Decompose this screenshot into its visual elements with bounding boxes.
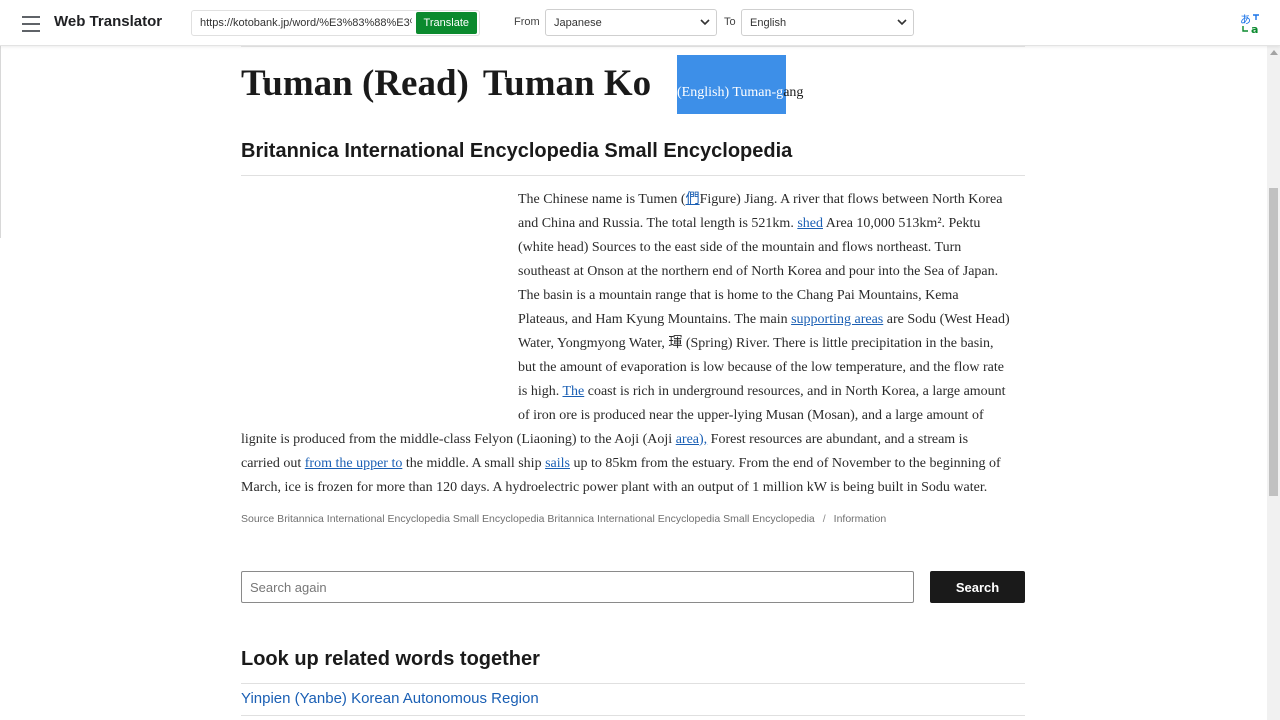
related-divider	[241, 683, 1025, 684]
section-divider	[241, 175, 1025, 176]
to-language-select[interactable]: English	[741, 9, 914, 36]
inline-link[interactable]: from the upper to	[305, 456, 403, 471]
page-title: Tuman (Read) Tuman Ko	[241, 62, 651, 105]
breadcrumb-separator: /	[822, 513, 826, 525]
top-divider	[241, 46, 1025, 47]
text: lignite is produced from the middle-clas…	[241, 432, 676, 447]
url-input[interactable]	[200, 17, 412, 29]
text: Area 10,000 513km². Pektu	[823, 216, 981, 231]
chevron-down-icon	[700, 17, 710, 30]
article-line: Plateaus, and Ham Kyung Mountains. The m…	[518, 308, 1028, 332]
article-line: The basin is a mountain range that is ho…	[518, 288, 959, 303]
app-title: Web Translator	[54, 13, 163, 30]
article-line: (white head) Sources to the east side of…	[518, 240, 962, 255]
text: is high.	[518, 384, 563, 399]
article-line: March, ice is frozen for more than 120 d…	[241, 480, 988, 495]
svg-text:a: a	[1251, 23, 1258, 34]
text: carried out	[241, 456, 305, 471]
search-input[interactable]	[241, 571, 914, 603]
headline-term: Tuman Ko	[482, 63, 652, 104]
article-line: The Chinese name is Tumen (們Figure) Jian…	[518, 188, 1028, 212]
text: Forest resources are abundant, and a str…	[707, 432, 969, 447]
inline-link[interactable]: The	[562, 384, 584, 399]
text: up to 85km from the estuary. From the en…	[569, 456, 1001, 471]
chevron-down-icon	[897, 17, 907, 30]
english-name-selected: (English) Tuman-g	[677, 85, 784, 100]
article-line: and China and Russia. The total length i…	[518, 212, 1028, 236]
source-text: Source Britannica International Encyclop…	[241, 513, 815, 525]
text: Plateaus, and Ham Kyung Mountains. The m…	[518, 312, 792, 327]
article-line: but the amount of evaporation is low bec…	[518, 360, 1004, 375]
english-name[interactable]: (English) Tuman-gang	[677, 85, 803, 101]
text: coast is rich in underground resources, …	[584, 384, 1006, 399]
inline-link[interactable]: supporting areas	[791, 312, 883, 327]
related-section-title: Look up related words together	[241, 648, 540, 670]
to-language-value: English	[750, 16, 787, 29]
svg-text:あ: あ	[1240, 13, 1251, 26]
source-info-link[interactable]: Information	[834, 513, 887, 525]
scrollbar-thumb[interactable]	[1269, 188, 1278, 496]
article-line: lignite is produced from the middle-clas…	[241, 428, 1031, 452]
article-line: Water, Yongmyong Water, 琿 (Spring) River…	[518, 336, 994, 351]
translate-button[interactable]: Translate	[415, 12, 477, 34]
inline-link[interactable]: shed	[797, 216, 823, 231]
section-title: Britannica International Encyclopedia Sm…	[241, 140, 793, 162]
text: Figure) Jiang. A river that flows betwee…	[699, 192, 1003, 207]
related-word-link[interactable]: Yinpien (Yanbe) Korean Autonomous Region	[241, 690, 539, 707]
url-bar: Translate	[191, 10, 480, 36]
inline-link[interactable]: area),	[676, 432, 707, 447]
translate-icon[interactable]: あ a	[1240, 12, 1262, 36]
scroll-up-arrow-icon[interactable]	[1270, 50, 1278, 55]
text: and China and Russia. The total length i…	[518, 216, 798, 231]
headline-reading: Tuman (Read)	[241, 63, 469, 104]
from-label: From	[514, 16, 540, 28]
from-language-select[interactable]: Japanese	[545, 9, 717, 36]
from-language-value: Japanese	[554, 16, 602, 29]
text: The Chinese name is Tumen (	[518, 192, 686, 207]
article-line: of iron ore is produced near the upper-l…	[518, 408, 984, 423]
article-line: carried out from the upper to the middle…	[241, 452, 1031, 476]
text: the middle. A small ship	[402, 456, 546, 471]
inline-link[interactable]: 們	[686, 192, 700, 207]
left-edge-divider	[0, 46, 1, 238]
search-button[interactable]: Search	[930, 571, 1025, 603]
article-line: is high. The coast is rich in undergroun…	[518, 380, 1028, 404]
article-body-bottom: lignite is produced from the middle-clas…	[241, 428, 1031, 500]
source-attribution: Source Britannica International Encyclop…	[241, 513, 886, 525]
inline-link[interactable]: sails	[545, 456, 570, 471]
menu-icon[interactable]	[22, 14, 42, 32]
english-name-rest: ang	[783, 85, 804, 100]
article-body-top: The Chinese name is Tumen (們Figure) Jian…	[518, 188, 1028, 428]
related-divider	[241, 715, 1025, 716]
text: are Sodu (West Head)	[883, 312, 1010, 327]
translator-toolbar: Web Translator Translate From Japanese T…	[0, 0, 1280, 46]
article-line: southeast at Onson at the northern end o…	[518, 264, 999, 279]
to-label: To	[724, 16, 736, 28]
